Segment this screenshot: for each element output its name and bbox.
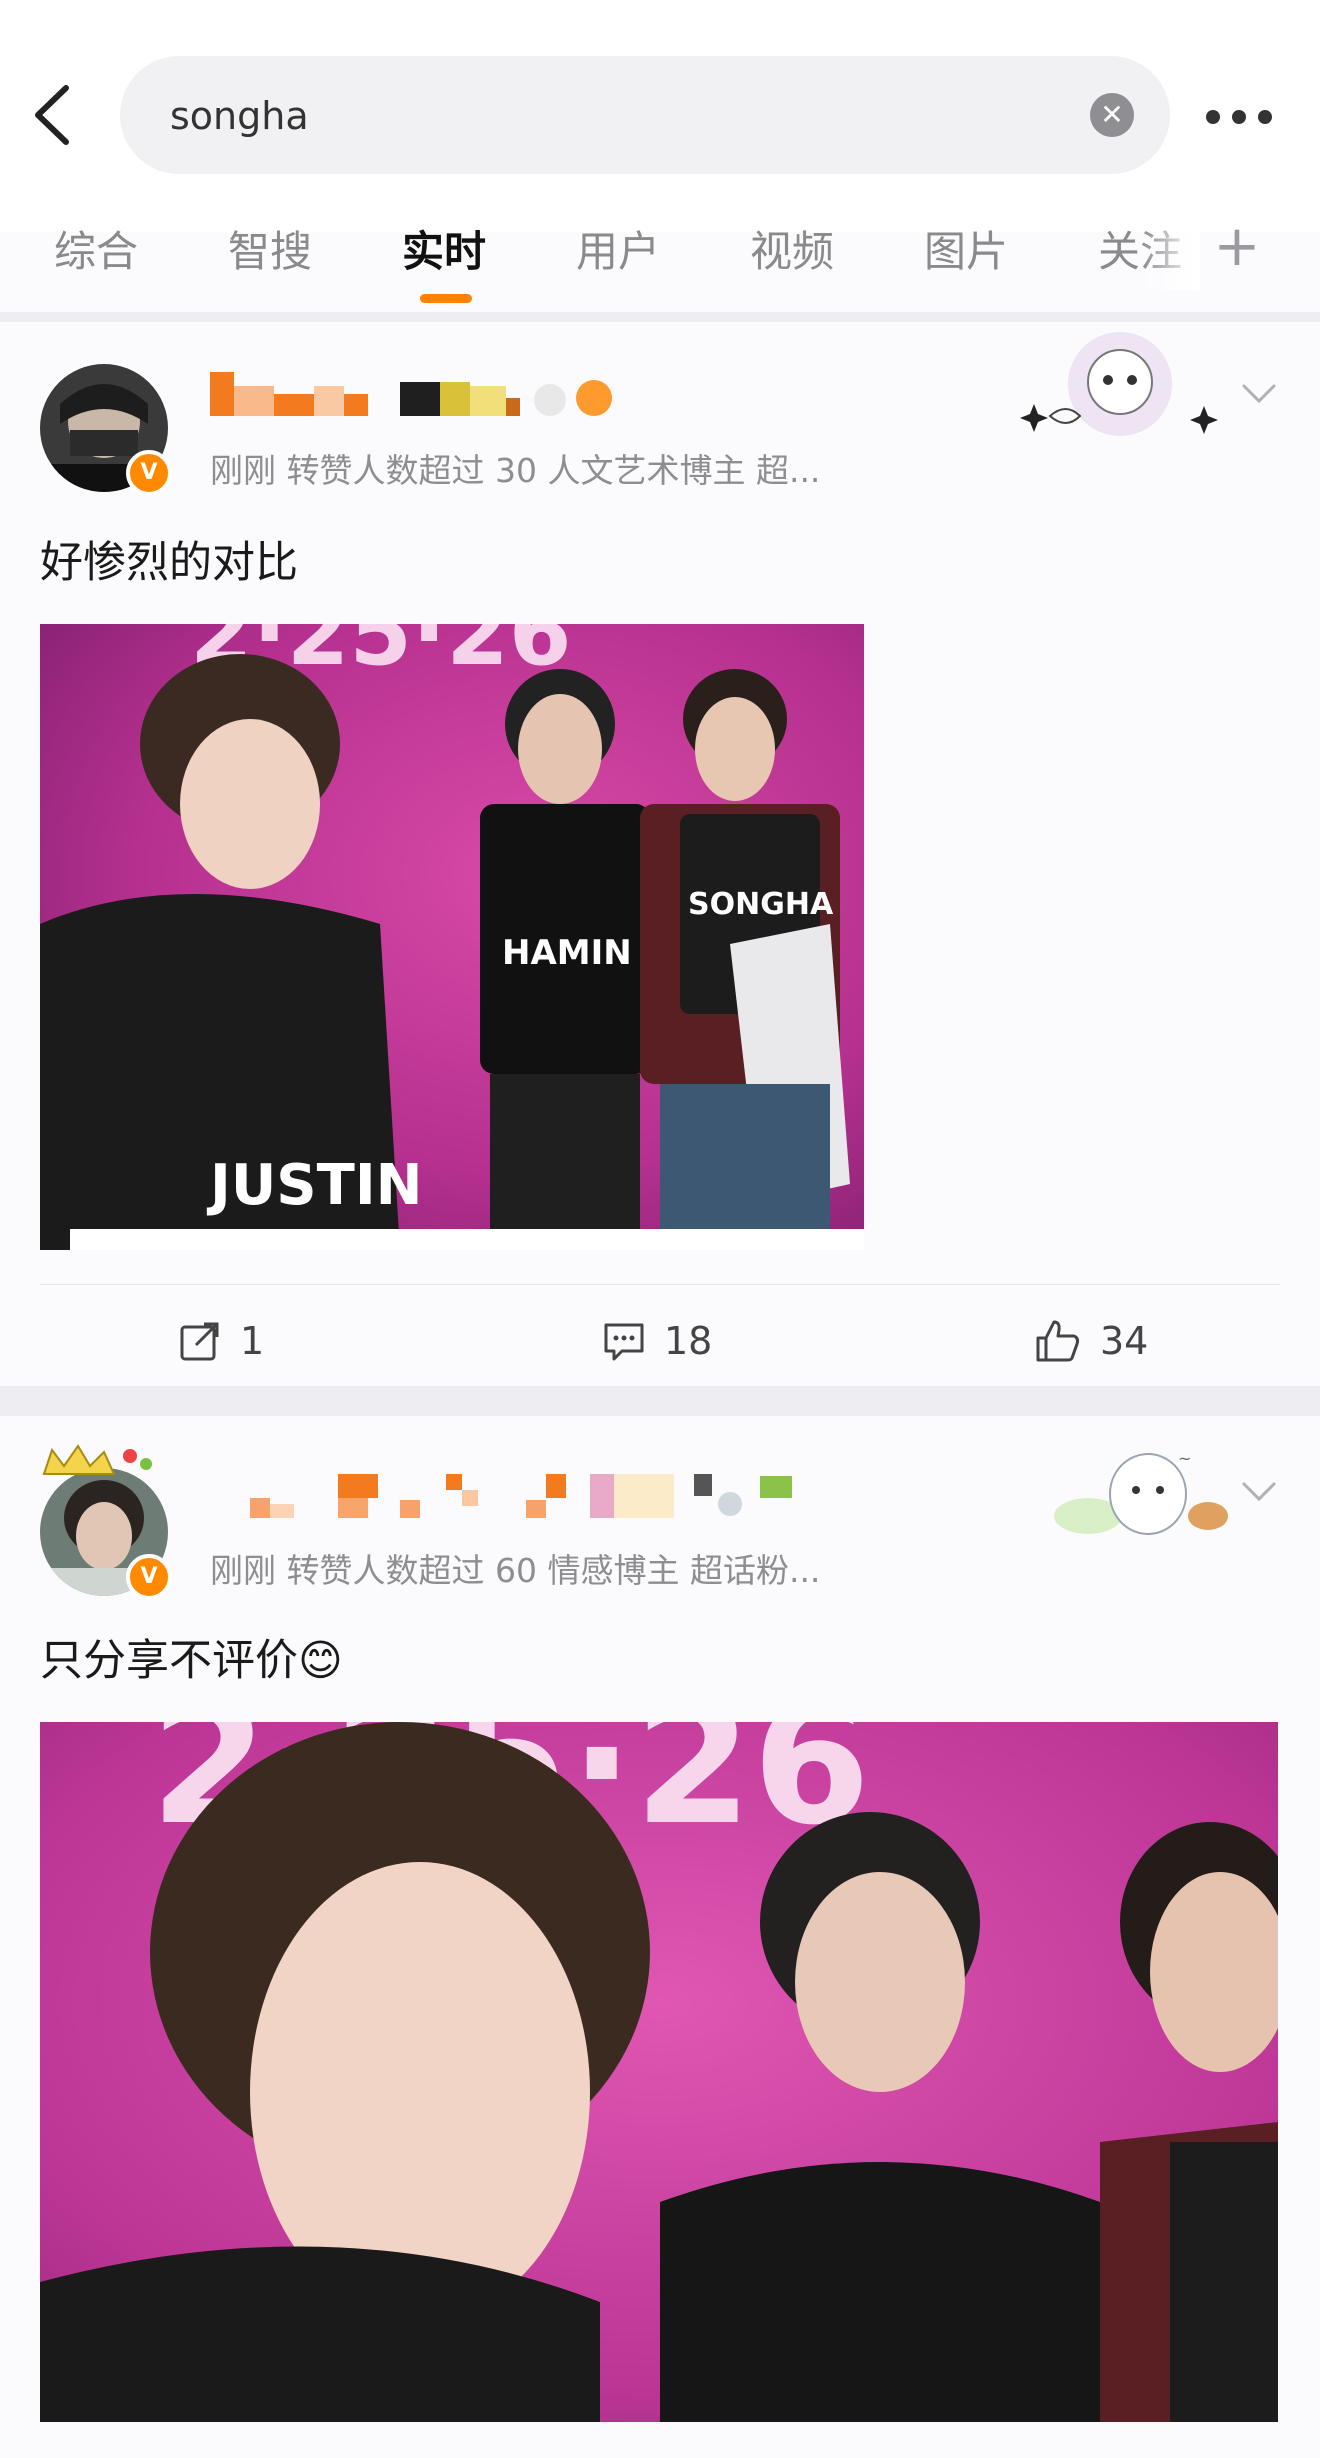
post-text: 好惨烈的对比 [40, 538, 298, 588]
image-label: HAMIN [502, 933, 632, 973]
post-text: 只分享不评价😊 [40, 1626, 343, 1688]
avatar-crown-icon [42, 1444, 152, 1475]
post-text-content: 只分享不评价 [40, 1636, 298, 1686]
comment-count: 18 [664, 1319, 713, 1363]
tab-smart-search[interactable]: 智搜 [228, 220, 312, 312]
search-box[interactable]: ✕ [120, 56, 1170, 176]
image-label: JUSTIN [206, 1153, 423, 1218]
post-card: V ~ 刚刚 转赞人数超过 60 情感博主 超话粉... 只分享不评价😊 [0, 1416, 1320, 2458]
verified-badge-icon: V [126, 1554, 172, 1600]
tab-users[interactable]: 用户 [576, 220, 660, 312]
more-options-button[interactable] [1206, 98, 1286, 134]
clear-search-icon[interactable]: ✕ [1090, 93, 1134, 137]
like-icon [1036, 1320, 1080, 1362]
repost-button[interactable]: 1 [178, 1313, 264, 1369]
back-button[interactable] [28, 82, 78, 148]
decoration-sticker-icon [1020, 332, 1218, 436]
post-image[interactable]: 2·25·26 [40, 1722, 1278, 2422]
more-dot-icon [1258, 110, 1272, 124]
smile-emoji-icon: 😊 [298, 1636, 343, 1686]
post-image[interactable]: 2·25·26 JUSTIN HAMIN SONGHA [40, 624, 864, 1250]
image-label: SONGHA [688, 887, 834, 922]
more-dot-icon [1232, 110, 1246, 124]
like-button[interactable]: 34 [1034, 1313, 1148, 1369]
action-bar: 1 18 34 [40, 1284, 1280, 1395]
post-meta: 刚刚 转赞人数超过 60 情感博主 超话粉... [210, 1551, 821, 1590]
back-arrow-icon [35, 85, 69, 145]
active-tab-indicator [420, 294, 472, 303]
more-dot-icon [1206, 110, 1220, 124]
decoration-sticker-icon: ~ [1054, 1449, 1228, 1535]
tabs-fade [1140, 220, 1200, 290]
comment-icon [604, 1323, 644, 1361]
chevron-down-icon[interactable] [1240, 1472, 1278, 1510]
header-divider [0, 312, 1320, 322]
tab-bar: 综合 智搜 实时 用户 视频 图片 关注 [0, 220, 1320, 312]
username-blurred[interactable] [210, 1474, 810, 1518]
post-meta: 刚刚 转赞人数超过 30 人文艺术博主 超... [210, 451, 821, 490]
comment-button[interactable]: 18 [602, 1313, 712, 1369]
repost-count: 1 [240, 1319, 265, 1363]
verified-badge-icon: V [126, 450, 172, 496]
add-tab-icon[interactable]: + [1210, 219, 1264, 276]
svg-text:~: ~ [1178, 1449, 1191, 1468]
post-separator [0, 1386, 1320, 1416]
tab-images[interactable]: 图片 [924, 220, 1008, 312]
chevron-down-icon[interactable] [1240, 374, 1278, 412]
repost-icon [180, 1322, 219, 1361]
like-count: 34 [1100, 1319, 1149, 1363]
tab-comprehensive[interactable]: 综合 [54, 220, 138, 312]
username-blurred[interactable] [210, 372, 630, 416]
search-input[interactable] [168, 56, 1072, 176]
post-card: V 刚刚 转赞人数超过 30 人文艺术博主 超... 好惨烈的对比 2·25·2… [0, 322, 1320, 1386]
tab-videos[interactable]: 视频 [750, 220, 834, 312]
